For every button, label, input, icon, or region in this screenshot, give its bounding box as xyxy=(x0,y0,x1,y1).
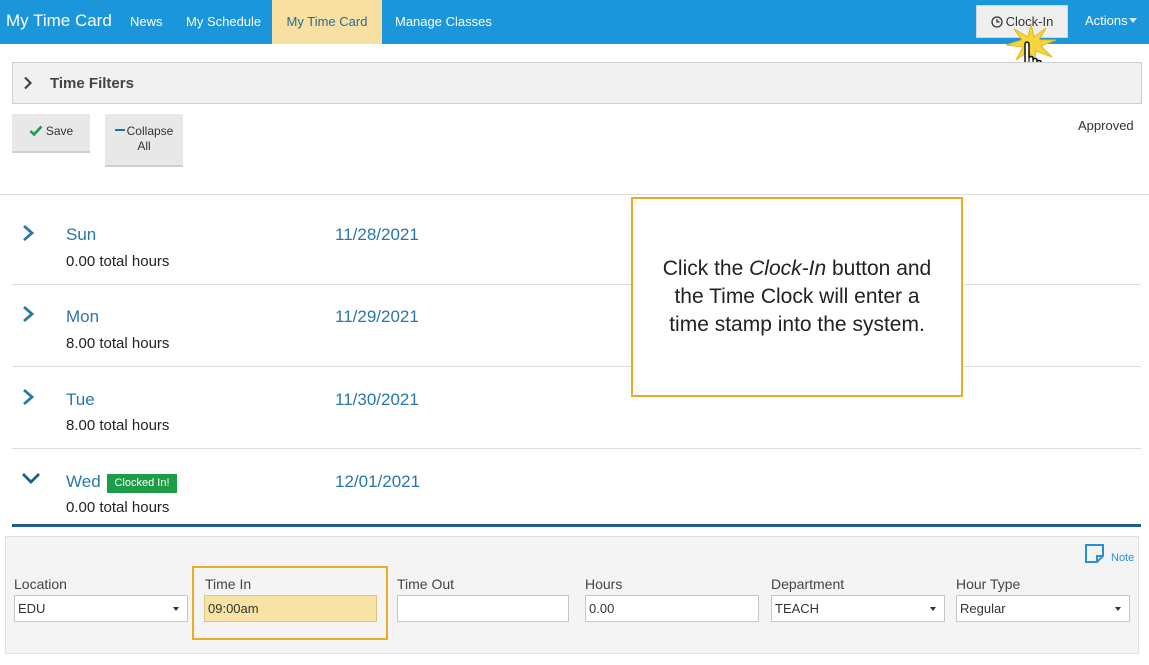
hours-value: 0.00 xyxy=(589,601,615,616)
caret-down-icon xyxy=(930,607,936,611)
nav-manage-classes[interactable]: Manage Classes xyxy=(395,0,492,44)
note-icon xyxy=(1085,544,1104,563)
day-date: 11/30/2021 xyxy=(335,390,419,409)
instruction-callout: Click the Clock-In button and the Time C… xyxy=(631,197,963,397)
day-name[interactable]: Sun xyxy=(66,225,96,245)
divider xyxy=(12,366,1141,367)
day-name[interactable]: Mon xyxy=(66,307,99,327)
time-filters-panel[interactable]: Time Filters xyxy=(12,62,1142,104)
checkmark-icon xyxy=(29,125,43,136)
expanded-day-divider xyxy=(12,524,1141,527)
app-brand[interactable]: My Time Card xyxy=(6,11,112,31)
time-out-input[interactable] xyxy=(397,595,569,622)
day-total-hours: 8.00 total hours xyxy=(66,335,170,352)
department-select[interactable]: TEACH xyxy=(771,595,945,622)
caret-down-icon xyxy=(173,607,179,611)
hour-type-label: Hour Type xyxy=(956,576,1021,592)
chevron-right-icon[interactable] xyxy=(20,388,36,406)
time-in-label: Time In xyxy=(205,576,252,592)
hour-type-select[interactable]: Regular xyxy=(956,595,1130,622)
day-date: 11/28/2021 xyxy=(335,225,419,244)
day-date: 12/01/2021 xyxy=(335,472,421,491)
approval-status: Approved xyxy=(1078,118,1134,133)
hour-type-value: Regular xyxy=(960,601,1006,616)
note-link[interactable]: Note xyxy=(1084,543,1134,564)
caret-down-icon xyxy=(1128,18,1137,23)
chevron-down-icon[interactable] xyxy=(21,472,41,484)
nav-my-time-card[interactable]: My Time Card xyxy=(272,0,382,44)
actions-label: Actions xyxy=(1085,13,1128,28)
location-label: Location xyxy=(14,576,67,592)
save-label: Save xyxy=(45,123,74,138)
day-name[interactable]: Wed xyxy=(66,472,101,492)
time-out-label: Time Out xyxy=(397,576,455,592)
callout-text: Click the Clock-In button and the Time C… xyxy=(662,257,932,336)
note-label: Note xyxy=(1111,552,1135,564)
time-card-app: My Time Card News My Schedule My Time Ca… xyxy=(0,0,1149,665)
day-total-hours: 8.00 total hours xyxy=(66,417,170,434)
day-date: 11/29/2021 xyxy=(335,307,419,326)
time-in-value: 09:00am xyxy=(208,601,259,616)
divider xyxy=(12,448,1141,449)
department-value: TEACH xyxy=(775,601,820,616)
chevron-right-icon[interactable] xyxy=(20,305,36,323)
actions-menu[interactable]: Actions xyxy=(1085,13,1137,28)
divider xyxy=(0,194,1149,195)
chevron-right-icon[interactable] xyxy=(20,224,36,242)
clocked-in-badge: Clocked In! xyxy=(107,474,177,493)
hours-input[interactable]: 0.00 xyxy=(585,595,759,622)
save-button[interactable]: Save xyxy=(12,114,90,153)
clock-icon xyxy=(991,15,1003,28)
location-select[interactable]: EDU xyxy=(14,595,188,622)
day-name[interactable]: Tue xyxy=(66,390,95,410)
hours-label: Hours xyxy=(585,576,623,592)
time-in-input[interactable]: 09:00am xyxy=(204,595,377,622)
caret-down-icon xyxy=(1115,607,1121,611)
collapse-label-line2: All xyxy=(137,139,151,153)
nav-my-schedule[interactable]: My Schedule xyxy=(186,0,261,44)
divider xyxy=(12,284,1141,285)
minus-icon xyxy=(114,129,125,131)
collapse-label-line1: Collapse xyxy=(126,124,174,138)
chevron-right-icon xyxy=(24,76,33,90)
department-label: Department xyxy=(771,576,845,592)
collapse-all-button[interactable]: Collapse All xyxy=(105,114,183,167)
day-total-hours: 0.00 total hours xyxy=(66,253,170,270)
nav-news[interactable]: News xyxy=(130,0,163,44)
location-value: EDU xyxy=(18,601,46,616)
time-filters-label: Time Filters xyxy=(50,75,134,92)
day-total-hours: 0.00 total hours xyxy=(66,499,170,516)
top-navbar: My Time Card News My Schedule My Time Ca… xyxy=(0,0,1149,44)
